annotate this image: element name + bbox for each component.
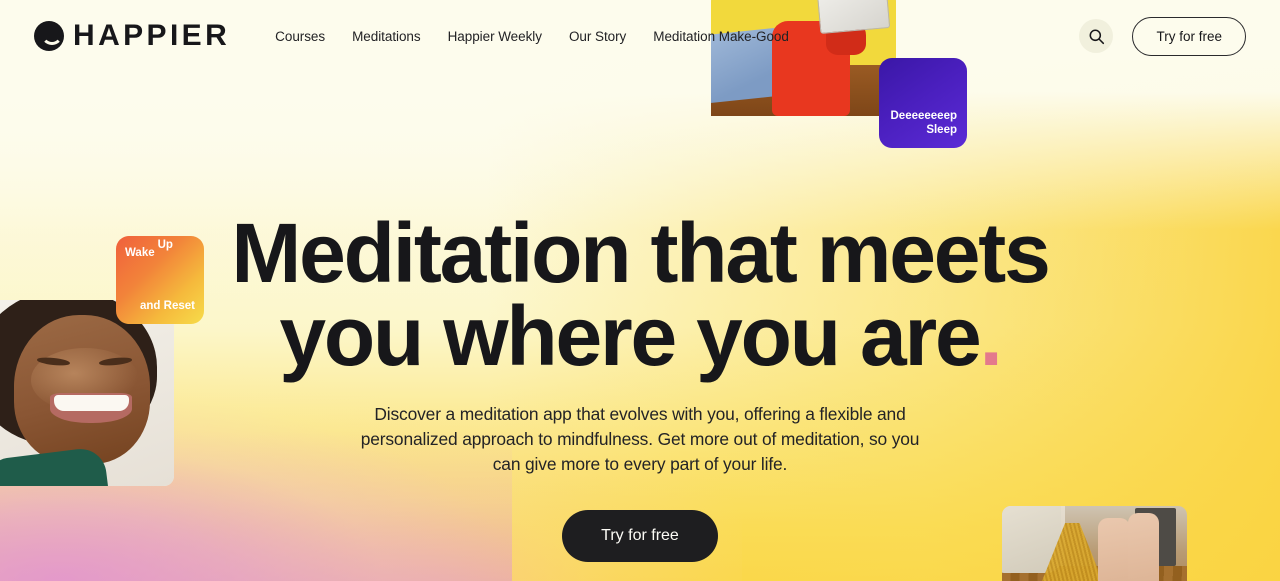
brand-name: HAPPIER [73,19,231,52]
nav-item-meditation-make-good[interactable]: Meditation Make-Good [653,29,789,44]
wake-up-reset-card-word2: Up [157,239,173,251]
hero-headline-dot: . [979,289,1003,384]
nav-item-courses[interactable]: Courses [275,29,325,44]
main-navigation: Courses Meditations Happier Weekly Our S… [275,29,789,44]
search-button[interactable] [1079,19,1114,53]
header-actions: Try for free [1079,16,1246,56]
nav-item-happier-weekly[interactable]: Happier Weekly [448,29,542,44]
nav-item-our-story[interactable]: Our Story [569,29,626,44]
hero-headline-line2: you where you are [279,289,981,384]
wake-up-reset-card[interactable]: Wake Up and Reset [116,236,204,324]
brand-logo[interactable]: HAPPIER [34,21,230,51]
hero-subtext: Discover a meditation app that evolves w… [360,404,920,475]
wake-up-reset-card-word3: and Reset [140,300,195,313]
wake-up-reset-card-top: Wake Up [125,239,173,261]
hero-try-for-free-button[interactable]: Try for free [562,509,718,562]
deep-sleep-card-line2: Sleep [926,124,957,137]
search-icon [1089,29,1105,44]
deep-sleep-card-line1: Deeeeeeeep [890,109,958,122]
wake-up-reset-card-word1: Wake [125,247,155,259]
header-try-for-free-button[interactable]: Try for free [1132,16,1246,56]
site-header: HAPPIER Courses Meditations Happier Week… [0,0,1280,72]
smile-circle-icon [34,21,64,51]
nav-item-meditations[interactable]: Meditations [352,29,421,44]
